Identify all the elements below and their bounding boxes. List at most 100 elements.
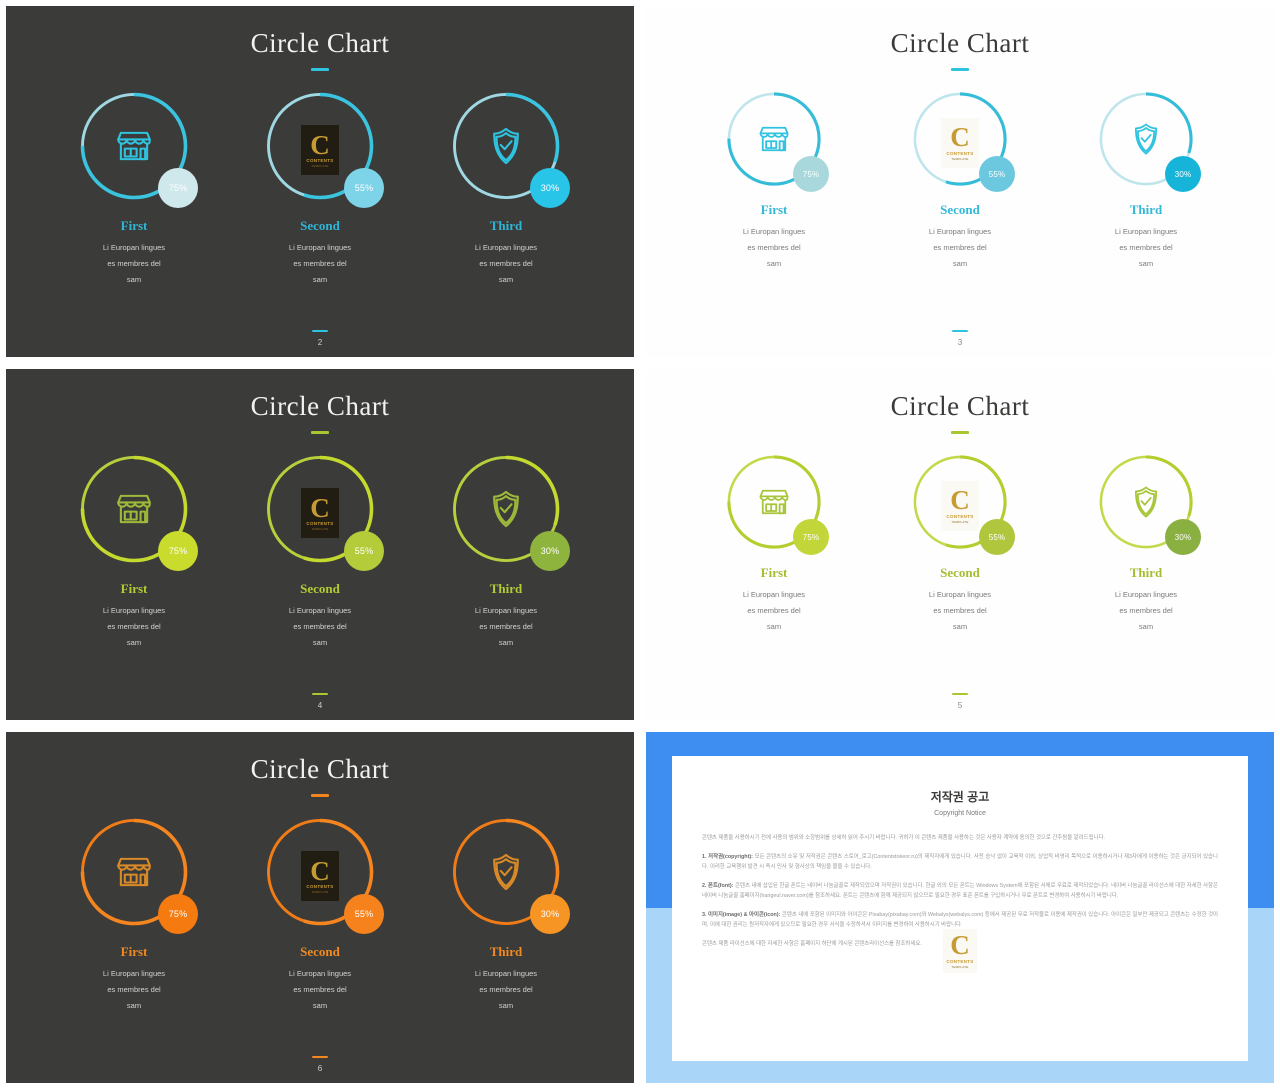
column-title: First xyxy=(760,565,788,580)
slide-slide-3-light-cyan: Circle Chart 75% First Li Europan lingues es… xyxy=(646,6,1274,357)
line-chart-icon xyxy=(942,121,978,157)
chart-column-second[interactable]: C CONTENTS TEMPLATE 55% Second Li Europan lin… xyxy=(867,453,1053,635)
page-title: Circle Chart xyxy=(250,28,390,58)
chart-column-first[interactable]: 75% First Li Europan lingues es membres del… xyxy=(41,90,227,288)
progress-ring-first[interactable]: 75% xyxy=(78,453,198,571)
copyright-body: 콘텐츠 제품을 사용하시기 전에 사용의 범위와 소장범위를 상세히 읽어 주시… xyxy=(702,833,1218,973)
progress-ring-first[interactable]: 75% xyxy=(725,90,829,192)
panel-slide-3-light-cyan: Circle Chart 75% First Li Europan lingues es… xyxy=(640,0,1280,363)
page-number: 6 xyxy=(317,1064,323,1073)
title-accent-dash xyxy=(311,431,329,434)
chart-column-second[interactable]: C CONTENTS TEMPLATE 55% Second Li Europan lin… xyxy=(867,90,1053,272)
progress-ring-second[interactable]: C CONTENTS TEMPLATE 55% xyxy=(264,453,384,571)
copyright-subtitle: Copyright Notice xyxy=(934,810,986,817)
progress-ring-third[interactable]: 30% xyxy=(1097,90,1201,192)
chart-column-first[interactable]: 75% First Li Europan lingues es membres del… xyxy=(681,90,867,272)
chart-column-third[interactable]: 30% Third Li Europan lingues es membres del… xyxy=(1053,453,1239,635)
line-chart-icon xyxy=(942,484,978,520)
progress-ring-third[interactable]: 30% xyxy=(450,816,570,934)
slide-slide-6-dark-orange: Circle Chart 75% First Li Europan lingues es… xyxy=(6,732,634,1083)
column-title: Third xyxy=(489,944,523,959)
progress-ring-third[interactable]: 30% xyxy=(1097,453,1201,555)
column-description: Li Europan lingues es membres del sam xyxy=(288,606,352,647)
column-title: Second xyxy=(300,944,340,959)
progress-ring-third[interactable]: 30% xyxy=(450,90,570,208)
watermark-line2: TEMPLATE xyxy=(951,964,969,969)
contents-watermark: C CONTENTS TEMPLATE xyxy=(943,929,977,973)
page-number: 5 xyxy=(957,701,963,710)
column-title: Third xyxy=(489,218,523,233)
chart-column-second[interactable]: C CONTENTS TEMPLATE 55% Second Li Europan lin… xyxy=(227,453,413,651)
chart-column-third[interactable]: 30% Third Li Europan lingues es membres del… xyxy=(413,816,599,1014)
chart-columns: 75% First Li Europan lingues es membres del… xyxy=(6,90,634,288)
chart-column-first[interactable]: 75% First Li Europan lingues es membres del… xyxy=(41,453,227,651)
slide-slide-5-light-green: Circle Chart 75% First Li Europan lingues es… xyxy=(646,369,1274,720)
storefront-icon xyxy=(113,125,155,167)
column-description: Li Europan lingues es membres del sam xyxy=(288,243,352,284)
chart-column-third[interactable]: 30% Third Li Europan lingues es membres del… xyxy=(413,90,599,288)
copyright-frame: 저작권 공고 Copyright Notice 콘텐츠 제품을 사용하시기 전에 사… xyxy=(646,732,1274,1083)
column-description: Li Europan lingues es membres del sam xyxy=(742,227,806,268)
page-number: 2 xyxy=(317,338,323,347)
progress-ring-second[interactable]: C CONTENTS TEMPLATE 55% xyxy=(264,816,384,934)
footer-accent-dash xyxy=(952,692,968,695)
chart-column-first[interactable]: 75% First Li Europan lingues es membres del… xyxy=(41,816,227,1014)
slide-footer: 5 xyxy=(646,692,1274,710)
progress-ring-second[interactable]: C CONTENTS TEMPLATE 55% xyxy=(911,453,1015,555)
slide-footer: 6 xyxy=(6,1055,634,1073)
progress-ring-third[interactable]: 30% xyxy=(450,453,570,571)
column-title: First xyxy=(120,581,148,596)
line-chart-icon xyxy=(299,851,341,893)
chart-column-second[interactable]: C CONTENTS TEMPLATE 55% Second Li Europan lin… xyxy=(227,816,413,1014)
chart-column-third[interactable]: 30% Third Li Europan lingues es membres del… xyxy=(1053,90,1239,272)
column-description: Li Europan lingues es membres del sam xyxy=(928,227,992,268)
copyright-paragraph-4: 3. 이미지(image) & 아이콘(icon): 콘텐츠 내에 포함된 이미… xyxy=(702,912,1218,928)
footer-accent-dash xyxy=(312,692,328,695)
percent-badge-first: 75% xyxy=(158,894,198,934)
storefront-icon xyxy=(113,488,155,530)
shield-check-icon xyxy=(1128,121,1164,157)
column-title: First xyxy=(120,218,148,233)
percent-badge-first: 75% xyxy=(793,519,829,555)
footer-accent-dash xyxy=(312,1055,328,1058)
panel-slide-6-dark-orange: Circle Chart 75% First Li Europan lingues es… xyxy=(0,726,640,1089)
page-title: Circle Chart xyxy=(250,391,390,421)
progress-ring-first[interactable]: 75% xyxy=(725,453,829,555)
shield-check-icon xyxy=(1128,484,1164,520)
storefront-icon xyxy=(756,121,792,157)
progress-ring-first[interactable]: 75% xyxy=(78,90,198,208)
chart-column-third[interactable]: 30% Third Li Europan lingues es membres del… xyxy=(413,453,599,651)
panel-slide-2-dark-cyan: Circle Chart 75% First Li Europan lingues es… xyxy=(0,0,640,363)
panel-copyright-notice: 저작권 공고 Copyright Notice 콘텐츠 제품을 사용하시기 전에 사… xyxy=(640,726,1280,1089)
slide-footer: 3 xyxy=(646,329,1274,347)
column-description: Li Europan lingues es membres del sam xyxy=(928,590,992,631)
watermark-line1: CONTENTS xyxy=(946,958,974,964)
copyright-paragraph-1: 콘텐츠 제품을 사용하시기 전에 사용의 범위와 소장범위를 상세히 읽어 주시… xyxy=(702,835,1105,841)
watermark-letter: C xyxy=(950,930,970,961)
column-description: Li Europan lingues es membres del sam xyxy=(742,590,806,631)
progress-ring-second[interactable]: C CONTENTS TEMPLATE 55% xyxy=(911,90,1015,192)
percent-badge-third: 30% xyxy=(530,168,570,208)
percent-badge-third: 30% xyxy=(1165,519,1201,555)
column-title: Second xyxy=(940,565,980,580)
percent-badge-third: 30% xyxy=(530,531,570,571)
footer-accent-dash xyxy=(952,329,968,332)
progress-ring-second[interactable]: C CONTENTS TEMPLATE 55% xyxy=(264,90,384,208)
title-accent-dash xyxy=(311,794,329,797)
column-title: Third xyxy=(1129,202,1163,217)
chart-column-second[interactable]: C CONTENTS TEMPLATE 55% Second Li Europan lin… xyxy=(227,90,413,288)
column-title: First xyxy=(760,202,788,217)
shield-check-icon xyxy=(485,851,527,893)
progress-ring-first[interactable]: 75% xyxy=(78,816,198,934)
column-description: Li Europan lingues es membres del sam xyxy=(288,969,352,1010)
percent-badge-first: 75% xyxy=(793,156,829,192)
storefront-icon xyxy=(756,484,792,520)
chart-columns: 75% First Li Europan lingues es membres del… xyxy=(6,453,634,651)
page-title: Circle Chart xyxy=(250,754,390,784)
percent-badge-third: 30% xyxy=(530,894,570,934)
column-title: Second xyxy=(940,202,980,217)
column-title: Third xyxy=(1129,565,1163,580)
page-title: Circle Chart xyxy=(890,391,1030,421)
chart-column-first[interactable]: 75% First Li Europan lingues es membres del… xyxy=(681,453,867,635)
shield-check-icon xyxy=(485,488,527,530)
